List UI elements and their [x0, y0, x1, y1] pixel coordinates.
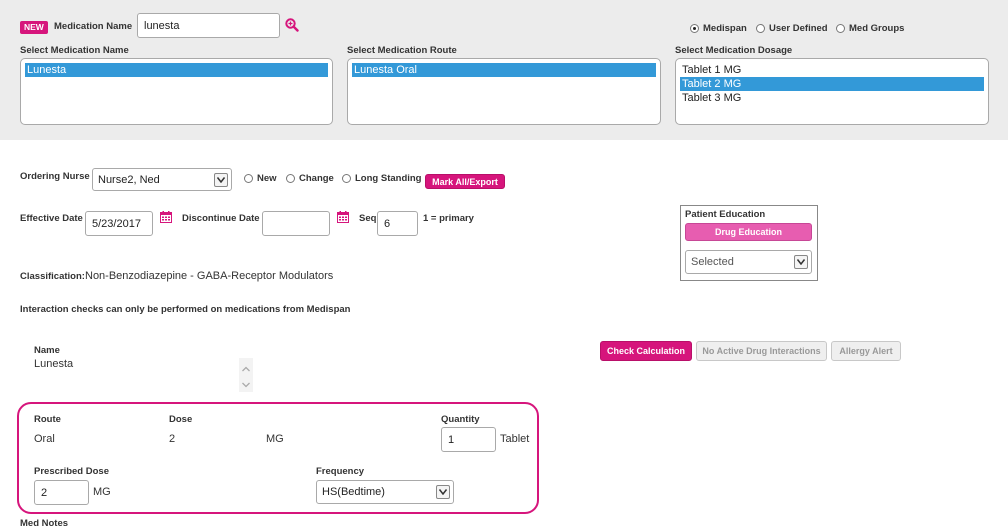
order-type-long-standing-option[interactable]: Long Standing [342, 173, 422, 184]
chevron-down-icon [436, 485, 450, 499]
ordering-nurse-select[interactable]: Nurse2, Ned [92, 168, 232, 191]
route-value: Oral [34, 433, 55, 445]
medication-name-listbox[interactable]: Lunesta [20, 58, 333, 125]
mark-all-export-button[interactable]: Mark All/Export [425, 174, 505, 189]
quantity-label: Quantity [441, 414, 480, 425]
medication-name-label: Medication Name [54, 21, 133, 32]
radio-change[interactable] [286, 174, 295, 183]
classification-value: Non-Benzodiazepine - GABA-Receptor Modul… [85, 270, 334, 282]
ordering-nurse-value: Nurse2, Ned [98, 173, 160, 186]
frequency-value: HS(Bedtime) [322, 486, 385, 498]
name-scrollbar[interactable] [239, 358, 253, 392]
seq-label: Seq [359, 213, 377, 224]
select-name-label: Select Medication Name [20, 45, 129, 56]
detail-name-value: Lunesta [34, 358, 74, 370]
detail-name-label: Name [34, 345, 60, 356]
no-active-drug-interactions-button[interactable]: No Active Drug Interactions [696, 341, 827, 361]
chevron-down-icon [794, 255, 808, 269]
med-notes-label: Med Notes [20, 518, 69, 529]
scroll-down-icon[interactable] [242, 382, 250, 388]
calendar-icon[interactable] [160, 211, 172, 223]
radio-med-groups[interactable] [836, 24, 845, 33]
radio-user-defined[interactable] [756, 24, 765, 33]
route-label: Route [34, 414, 61, 425]
patient-education-select[interactable]: Selected [685, 250, 812, 274]
seq-input[interactable]: 6 [377, 211, 418, 236]
effective-date-input[interactable]: 5/23/2017 [85, 211, 153, 236]
scroll-up-icon[interactable] [242, 366, 250, 372]
dose-unit: MG [266, 433, 284, 445]
patient-education-title: Patient Education [685, 209, 766, 220]
chevron-down-icon [214, 172, 228, 187]
list-item[interactable]: Lunesta [25, 63, 328, 77]
frequency-select[interactable]: HS(Bedtime) [316, 480, 454, 504]
order-type-change-option[interactable]: Change [286, 173, 334, 184]
prescribed-dose-unit: MG [93, 486, 111, 498]
frequency-label: Frequency [316, 466, 365, 477]
new-badge: NEW [20, 21, 48, 34]
medication-name-input[interactable]: lunesta [137, 13, 280, 38]
source-medispan-option[interactable]: Medispan [690, 23, 747, 34]
select-dosage-label: Select Medication Dosage [675, 45, 793, 56]
quantity-unit: Tablet [500, 433, 530, 445]
drug-education-button[interactable]: Drug Education [685, 223, 812, 241]
radio-medispan[interactable] [690, 24, 699, 33]
allergy-alert-button[interactable]: Allergy Alert [831, 341, 901, 361]
radio-new[interactable] [244, 174, 253, 183]
prescribed-dose-label: Prescribed Dose [34, 466, 109, 477]
list-item[interactable]: Tablet 2 MG [680, 77, 984, 91]
seq-hint: 1 = primary [423, 213, 474, 224]
medication-dosage-listbox[interactable]: Tablet 1 MG Tablet 2 MG Tablet 3 MG [675, 58, 989, 125]
search-icon[interactable] [285, 18, 299, 32]
dose-label: Dose [169, 414, 193, 425]
ordering-nurse-label: Ordering Nurse [20, 171, 90, 182]
check-calculation-button[interactable]: Check Calculation [600, 341, 692, 361]
medication-route-listbox[interactable]: Lunesta Oral [347, 58, 661, 125]
source-user-defined-option[interactable]: User Defined [756, 23, 828, 34]
interaction-note: Interaction checks can only be performed… [20, 304, 351, 315]
list-item[interactable]: Tablet 1 MG [680, 63, 984, 77]
list-item[interactable]: Lunesta Oral [352, 63, 656, 77]
quantity-input[interactable]: 1 [441, 427, 496, 452]
source-med-groups-option[interactable]: Med Groups [836, 23, 904, 34]
dose-value: 2 [169, 433, 176, 445]
list-item[interactable]: Tablet 3 MG [680, 91, 984, 105]
prescribed-dose-input[interactable]: 2 [34, 480, 89, 505]
order-type-new-option[interactable]: New [244, 173, 277, 184]
classification-label: Classification: [20, 271, 85, 282]
discontinue-date-label: Discontinue Date [182, 213, 260, 224]
select-route-label: Select Medication Route [347, 45, 457, 56]
effective-date-label: Effective Date [20, 213, 83, 224]
discontinue-date-input[interactable] [262, 211, 330, 236]
calendar-icon[interactable] [337, 211, 349, 223]
radio-long-standing[interactable] [342, 174, 351, 183]
patient-education-select-value: Selected [691, 256, 734, 268]
